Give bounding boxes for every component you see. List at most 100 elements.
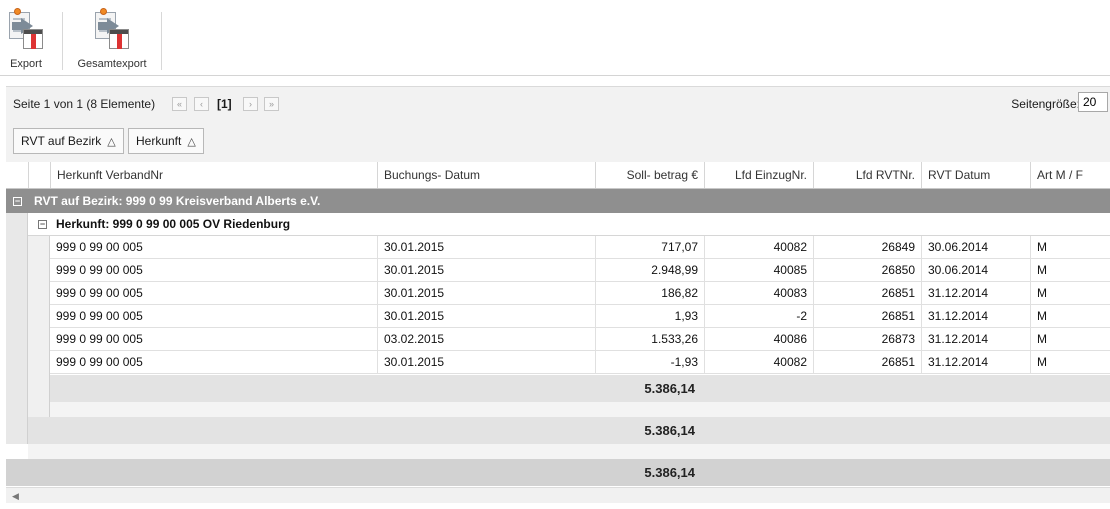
cell-verbandnr: 999 0 99 00 005 (56, 286, 143, 300)
cell-buchungsdatum: 30.01.2015 (377, 236, 595, 258)
cell-verbandnr: 999 0 99 00 005 (56, 263, 143, 277)
cell-sollbetrag: 1,93 (595, 305, 704, 327)
group-chip-label: Herkunft (136, 134, 182, 148)
sort-ascending-icon: △ (187, 136, 196, 148)
group-chip-rvt-bezirk[interactable]: RVT auf Bezirk △ (13, 128, 124, 154)
full-export-icon (92, 8, 132, 52)
cell-verbandnr: 999 0 99 00 005 (56, 355, 143, 369)
cell-rvtdatum: 31.12.2014 (921, 282, 1030, 304)
data-grid: Herkunft VerbandNr Buchungs- Datum Soll-… (6, 162, 1110, 487)
column-header-sollbetrag[interactable]: Soll- betrag € (595, 162, 704, 188)
grand-total-sum: 5.386,14 (644, 465, 695, 480)
group-chip-label: RVT auf Bezirk (21, 134, 102, 148)
group-spacer (28, 444, 1110, 459)
table-row[interactable]: 999 0 99 00 005 03.02.2015 1.533,26 4008… (50, 328, 1110, 351)
cell-einzugnr: 40085 (704, 259, 813, 281)
cell-sollbetrag: 1.533,26 (595, 328, 704, 350)
cell-art: M (1030, 328, 1110, 350)
cell-rvtdatum: 30.06.2014 (921, 259, 1030, 281)
toolbar-separator (161, 12, 162, 70)
gesamtexport-label: Gesamtexport (77, 58, 147, 70)
group-panel: RVT auf Bezirk △ Herkunft △ (6, 122, 1110, 162)
cell-rvtdatum: 31.12.2014 (921, 305, 1030, 327)
export-label: Export (10, 58, 42, 70)
column-header-art[interactable]: Art M / F (1030, 162, 1110, 188)
horizontal-scrollbar[interactable]: ◀ (6, 487, 1110, 503)
cell-rvtnr: 26851 (813, 351, 921, 373)
cell-rvtdatum: 31.12.2014 (921, 328, 1030, 350)
cell-sollbetrag: 717,07 (595, 236, 704, 258)
cell-buchungsdatum: 30.01.2015 (377, 259, 595, 281)
cell-verbandnr: 999 0 99 00 005 (56, 309, 143, 323)
group-indent-gutter (6, 213, 28, 444)
cell-art: M (1030, 236, 1110, 258)
grand-total-row: 5.386,14 (6, 459, 1110, 486)
indent-column (28, 162, 50, 188)
group-footer-herkunft: 5.386,14 (50, 375, 1110, 402)
table-row[interactable]: 999 0 99 00 005 30.01.2015 2.948,99 4008… (50, 259, 1110, 282)
group-row-label: RVT auf Bezirk: 999 0 99 Kreisverband Al… (34, 194, 321, 208)
cell-art: M (1030, 282, 1110, 304)
cell-sollbetrag: 2.948,99 (595, 259, 704, 281)
export-button[interactable]: Export (5, 8, 47, 72)
group-row-label: Herkunft: 999 0 99 00 005 OV Riedenburg (56, 217, 291, 231)
cell-rvtdatum: 30.06.2014 (921, 236, 1030, 258)
collapse-icon[interactable]: − (13, 197, 22, 206)
group-footer-sum: 5.386,14 (644, 423, 695, 438)
group-indent-gutter (28, 236, 50, 417)
pager-bar: Seite 1 von 1 (8 Elemente) « ‹ [1] › » S… (6, 86, 1110, 122)
group-footer-bezirk: 5.386,14 (28, 417, 1110, 444)
cell-rvtnr: 26850 (813, 259, 921, 281)
last-page-button[interactable]: » (264, 97, 279, 111)
gesamtexport-button[interactable]: Gesamtexport (76, 8, 148, 72)
column-header-rvtdatum[interactable]: RVT Datum (921, 162, 1030, 188)
scroll-left-icon[interactable]: ◀ (12, 491, 19, 502)
cell-verbandnr: 999 0 99 00 005 (56, 240, 143, 254)
sort-ascending-icon: △ (107, 136, 116, 148)
current-page: [1] (217, 97, 232, 111)
cell-einzugnr: -2 (704, 305, 813, 327)
group-row-herkunft[interactable]: − Herkunft: 999 0 99 00 005 OV Riedenbur… (28, 213, 1110, 236)
column-header-einzugnr[interactable]: Lfd EinzugNr. (704, 162, 813, 188)
cell-sollbetrag: -1,93 (595, 351, 704, 373)
export-icon (6, 8, 46, 52)
page-size-input[interactable] (1078, 92, 1108, 112)
cell-buchungsdatum: 30.01.2015 (377, 351, 595, 373)
group-spacer (50, 402, 1110, 417)
collapse-icon[interactable]: − (38, 220, 47, 229)
column-header-verbandnr[interactable]: Herkunft VerbandNr (50, 162, 378, 188)
cell-art: M (1030, 305, 1110, 327)
cell-buchungsdatum: 30.01.2015 (377, 282, 595, 304)
first-page-button[interactable]: « (172, 97, 187, 111)
table-row[interactable]: 999 0 99 00 005 30.01.2015 -1,93 40082 2… (50, 351, 1110, 374)
cell-sollbetrag: 186,82 (595, 282, 704, 304)
table-row[interactable]: 999 0 99 00 005 30.01.2015 1,93 -2 26851… (50, 305, 1110, 328)
group-chip-herkunft[interactable]: Herkunft △ (128, 128, 204, 154)
table-row[interactable]: 999 0 99 00 005 30.01.2015 186,82 40083 … (50, 282, 1110, 305)
grid-header: Herkunft VerbandNr Buchungs- Datum Soll-… (6, 162, 1110, 189)
toolbar: Export Gesamtexport (0, 0, 1110, 76)
cell-art: M (1030, 351, 1110, 373)
table-row[interactable]: 999 0 99 00 005 30.01.2015 717,07 40082 … (50, 236, 1110, 259)
cell-buchungsdatum: 03.02.2015 (377, 328, 595, 350)
cell-art: M (1030, 259, 1110, 281)
page-size-label: Seitengröße: (1011, 97, 1080, 111)
cell-verbandnr: 999 0 99 00 005 (56, 332, 143, 346)
cell-rvtnr: 26851 (813, 282, 921, 304)
group-footer-sum: 5.386,14 (644, 381, 695, 396)
pager-info: Seite 1 von 1 (8 Elemente) (13, 97, 156, 111)
group-row-bezirk[interactable]: − RVT auf Bezirk: 999 0 99 Kreisverband … (6, 189, 1110, 213)
cell-buchungsdatum: 30.01.2015 (377, 305, 595, 327)
column-header-rvtnr[interactable]: Lfd RVTNr. (813, 162, 921, 188)
column-header-buchungsdatum[interactable]: Buchungs- Datum (377, 162, 595, 188)
toolbar-separator (62, 12, 63, 70)
prev-page-button[interactable]: ‹ (194, 97, 209, 111)
cell-einzugnr: 40083 (704, 282, 813, 304)
cell-rvtnr: 26849 (813, 236, 921, 258)
cell-einzugnr: 40082 (704, 236, 813, 258)
next-page-button[interactable]: › (243, 97, 258, 111)
cell-rvtnr: 26851 (813, 305, 921, 327)
cell-einzugnr: 40082 (704, 351, 813, 373)
cell-rvtdatum: 31.12.2014 (921, 351, 1030, 373)
cell-rvtnr: 26873 (813, 328, 921, 350)
